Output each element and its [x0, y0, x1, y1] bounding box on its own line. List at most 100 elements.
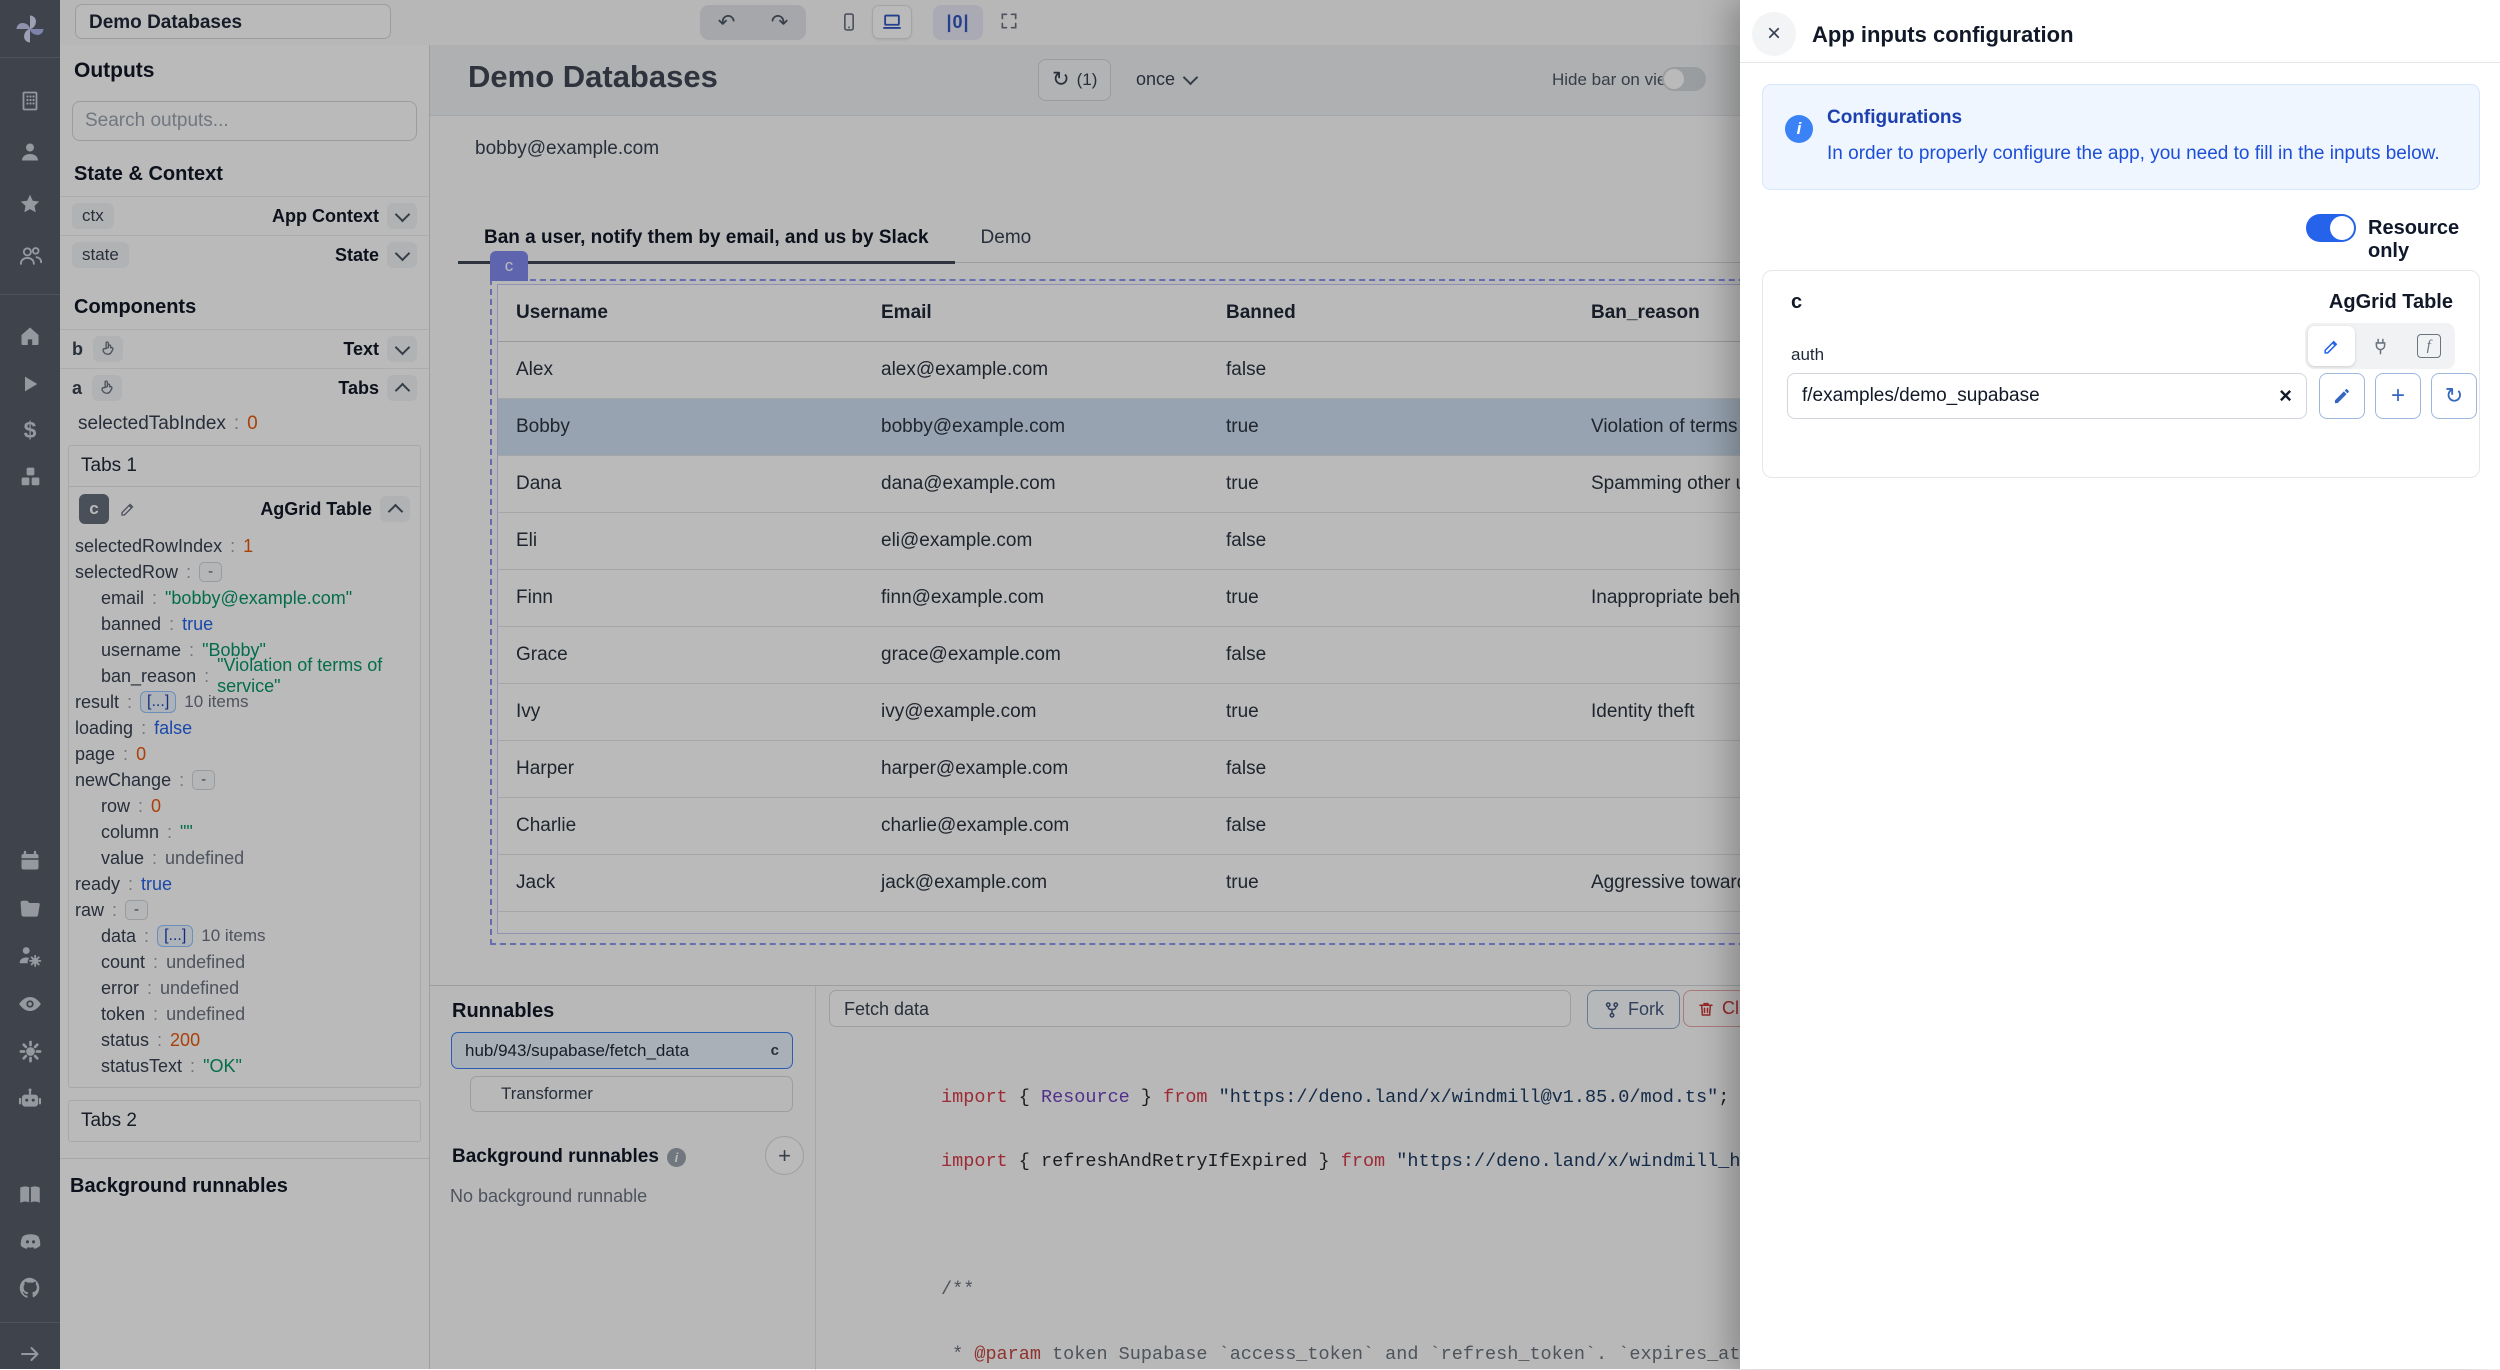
edit-pencil-icon[interactable]: [119, 500, 137, 518]
workspaces-icon[interactable]: [12, 86, 48, 116]
tree-row[interactable]: value : undefined: [75, 845, 414, 871]
padding-zero-button[interactable]: |0|: [933, 5, 983, 40]
undo-icon[interactable]: ↶: [708, 7, 746, 39]
ctx-chevron-down-icon[interactable]: [387, 203, 417, 229]
tree-value: 0: [151, 796, 161, 817]
column-email[interactable]: Email: [863, 302, 1208, 324]
tree-row[interactable]: data : [...] 10 items: [75, 923, 414, 949]
outputs-title: Outputs: [74, 59, 429, 83]
static-pencil-icon[interactable]: [2308, 326, 2355, 366]
code-line: * @param token Supabase `access_token` a…: [830, 1301, 1840, 1365]
user-group-icon[interactable]: [12, 241, 48, 271]
search-outputs-input[interactable]: Search outputs...: [72, 101, 417, 141]
discord-icon[interactable]: [12, 1226, 48, 1256]
collapse-sidebar-arrow-icon[interactable]: [12, 1339, 48, 1369]
close-icon[interactable]: ×: [1752, 12, 1796, 56]
connect-plug-icon[interactable]: [2357, 326, 2404, 366]
component-b-row[interactable]: b Text: [60, 329, 429, 368]
tree-row[interactable]: banned : true: [75, 611, 414, 637]
tree-row[interactable]: ready : true: [75, 871, 414, 897]
app-title-input[interactable]: Demo Databases: [75, 4, 391, 39]
component-a-row[interactable]: a Tabs: [60, 368, 429, 407]
tree-row[interactable]: email : "bobby@example.com": [75, 585, 414, 611]
resource-only-toggle[interactable]: [2306, 214, 2356, 242]
resource-path-input[interactable]: f/examples/demo_supabase ×: [1787, 373, 2307, 419]
code-content[interactable]: import { Resource } from "https://deno.l…: [830, 1044, 1840, 1370]
column-username[interactable]: Username: [498, 302, 863, 324]
tree-row[interactable]: row : 0: [75, 793, 414, 819]
ctx-row[interactable]: ctx App Context: [60, 196, 429, 235]
fork-button[interactable]: Fork: [1587, 990, 1680, 1029]
windmill-logo-icon: [13, 12, 47, 46]
cell-email: charlie@example.com: [863, 815, 1208, 837]
hide-bar-toggle[interactable]: [1662, 67, 1706, 91]
cell-username: Eli: [498, 530, 863, 552]
resources-cubes-icon[interactable]: [12, 462, 48, 492]
component-b-chevron-down-icon[interactable]: [387, 336, 417, 362]
folders-icon[interactable]: [12, 894, 48, 924]
desktop-view-icon[interactable]: [872, 5, 912, 39]
runnable-name-input[interactable]: Fetch data: [829, 990, 1571, 1027]
ctx-type: App Context: [272, 206, 379, 227]
windmill-logo[interactable]: [0, 0, 60, 58]
tree-row[interactable]: raw : -: [75, 897, 414, 923]
tree-row[interactable]: count : undefined: [75, 949, 414, 975]
runnables-panel: Runnables hub/943/supabase/fetch_data c …: [430, 986, 816, 1370]
tree-row[interactable]: error : undefined: [75, 975, 414, 1001]
docs-book-icon[interactable]: [12, 1180, 48, 1210]
selected-component-tag[interactable]: c: [490, 251, 528, 281]
tree-row[interactable]: column : "": [75, 819, 414, 845]
component-c-chevron-up-icon[interactable]: [380, 496, 410, 522]
tree-row[interactable]: token : undefined: [75, 1001, 414, 1027]
component-type: AgGrid Table: [2329, 291, 2453, 314]
mobile-view-icon[interactable]: [830, 6, 868, 38]
refresh-count-button[interactable]: ↻ (1): [1038, 59, 1111, 101]
github-icon[interactable]: [12, 1273, 48, 1303]
favorites-star-icon[interactable]: [12, 189, 48, 219]
tree-row[interactable]: statusText : "OK": [75, 1053, 414, 1079]
chevron-down-icon: [1183, 70, 1199, 86]
colon: :: [153, 952, 158, 973]
edit-resource-button[interactable]: [2319, 373, 2365, 419]
variables-dollar-icon[interactable]: $: [12, 415, 48, 445]
tabs2-header[interactable]: Tabs 2: [69, 1101, 420, 1141]
tree-row[interactable]: selectedRow : -: [75, 559, 414, 585]
state-row[interactable]: state State: [60, 235, 429, 274]
user-icon[interactable]: [12, 138, 48, 168]
fullscreen-expand-icon[interactable]: [990, 5, 1028, 37]
component-a-chevron-up-icon[interactable]: [387, 375, 417, 401]
text-component[interactable]: bobby@example.com: [475, 138, 659, 160]
refresh-resource-button[interactable]: ↻: [2431, 373, 2477, 419]
component-a-id: a: [72, 378, 82, 399]
tab[interactable]: Demo: [955, 214, 1058, 262]
eval-function-icon[interactable]: f: [2405, 326, 2452, 366]
tab[interactable]: Ban a user, notify them by email, and us…: [458, 214, 955, 262]
worker-groups-icon[interactable]: [12, 942, 48, 972]
redo-icon[interactable]: ↷: [761, 7, 799, 39]
home-icon[interactable]: [12, 321, 48, 351]
component-c-badge[interactable]: c: [79, 494, 109, 524]
tree-row[interactable]: selectedRowIndex : 1: [75, 533, 414, 559]
add-background-runnable-button[interactable]: +: [765, 1136, 804, 1175]
tree-value: 0: [247, 413, 258, 435]
component-c-row[interactable]: c AgGrid Table: [69, 487, 420, 531]
tree-row[interactable]: status : 200: [75, 1027, 414, 1053]
schedule-dropdown[interactable]: once: [1136, 69, 1196, 90]
audit-eye-icon[interactable]: [12, 989, 48, 1019]
tree-row[interactable]: loading : false: [75, 715, 414, 741]
tree-row[interactable]: newChange : -: [75, 767, 414, 793]
tabs1-header[interactable]: Tabs 1: [69, 446, 420, 487]
runs-play-icon[interactable]: [12, 369, 48, 399]
tree-row[interactable]: ban_reason : "Violation of terms of serv…: [75, 663, 414, 689]
info-icon[interactable]: i: [667, 1148, 686, 1167]
state-chevron-down-icon[interactable]: [387, 242, 417, 268]
column-banned[interactable]: Banned: [1208, 302, 1573, 324]
settings-gear-icon[interactable]: [12, 1037, 48, 1067]
transformer-item[interactable]: Transformer: [470, 1076, 793, 1112]
tree-row[interactable]: page : 0: [75, 741, 414, 767]
add-resource-button[interactable]: +: [2375, 373, 2421, 419]
runnable-item-selected[interactable]: hub/943/supabase/fetch_data c: [451, 1032, 793, 1069]
clear-input-icon[interactable]: ×: [2279, 383, 2292, 409]
workers-robot-icon[interactable]: [12, 1084, 48, 1114]
schedules-calendar-icon[interactable]: [12, 847, 48, 877]
